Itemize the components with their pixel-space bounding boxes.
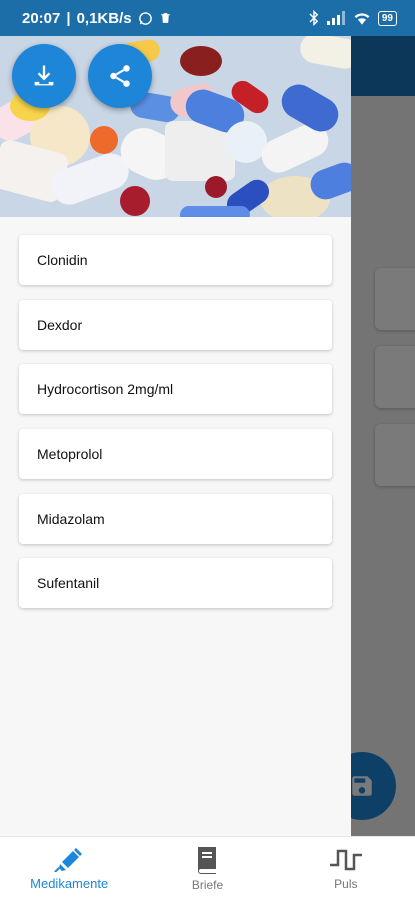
medication-label: Metoprolol bbox=[37, 446, 103, 463]
download-icon bbox=[34, 65, 54, 86]
download-button[interactable] bbox=[12, 44, 76, 108]
share-button[interactable] bbox=[88, 44, 152, 108]
navigation-drawer: Clonidin Dexdor Hydrocortison 2mg/ml Met… bbox=[0, 36, 351, 836]
signal-icon bbox=[326, 11, 345, 25]
syringe-icon bbox=[54, 848, 83, 872]
nav-briefe[interactable]: Briefe bbox=[138, 837, 276, 900]
medication-label: Dexdor bbox=[37, 316, 83, 333]
medication-label: Sufentanil bbox=[37, 575, 100, 592]
pulse-icon bbox=[329, 849, 362, 870]
battery-indicator: 99 bbox=[377, 10, 397, 26]
drawer-header-image bbox=[0, 36, 351, 217]
trash-icon bbox=[160, 13, 170, 23]
medication-item-clonidin[interactable]: Clonidin bbox=[19, 235, 332, 285]
medication-item-dexdor[interactable]: Dexdor bbox=[19, 299, 332, 350]
medication-list: Clonidin Dexdor Hydrocortison 2mg/ml Met… bbox=[0, 217, 351, 609]
status-network-speed: 0,1KB/s bbox=[76, 9, 132, 27]
nav-medikamente[interactable]: Medikamente bbox=[0, 837, 138, 900]
book-icon bbox=[198, 846, 217, 874]
bluetooth-icon bbox=[309, 10, 319, 26]
nav-label: Puls bbox=[334, 876, 358, 891]
status-separator: | bbox=[66, 9, 71, 27]
whatsapp-icon bbox=[138, 11, 152, 25]
medication-label: Midazolam bbox=[37, 510, 105, 527]
status-bar: 20:07 | 0,1KB/s 99 bbox=[0, 0, 415, 36]
status-time: 20:07 bbox=[22, 9, 61, 27]
medication-item-sufentanil[interactable]: Sufentanil bbox=[19, 558, 332, 609]
wifi-icon bbox=[354, 13, 370, 25]
nav-label: Briefe bbox=[191, 877, 224, 892]
nav-puls[interactable]: Puls bbox=[277, 837, 415, 900]
share-icon bbox=[110, 65, 130, 87]
medication-item-midazolam[interactable]: Midazolam bbox=[19, 493, 332, 544]
medication-label: Clonidin bbox=[37, 252, 88, 268]
medication-label: Hydrocortison 2mg/ml bbox=[37, 381, 174, 398]
medication-item-metoprolol[interactable]: Metoprolol bbox=[19, 429, 332, 480]
nav-label: Medikamente bbox=[30, 876, 109, 891]
medication-item-hydrocortison[interactable]: Hydrocortison 2mg/ml bbox=[19, 364, 332, 415]
bottom-navigation: Medikamente Briefe Puls bbox=[0, 836, 415, 900]
